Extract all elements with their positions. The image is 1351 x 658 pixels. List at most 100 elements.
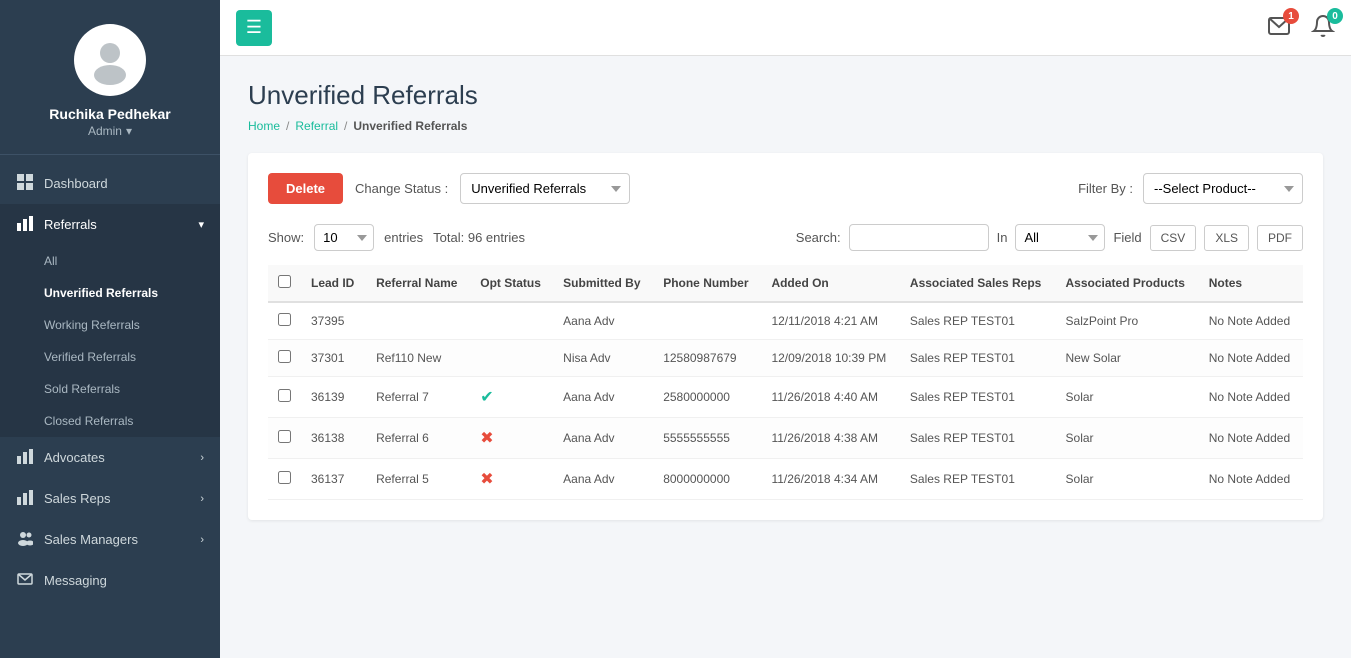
row-checkbox[interactable] (278, 430, 291, 443)
col-referral-name: Referral Name (366, 265, 470, 302)
sidebar-item-messaging[interactable]: Messaging (0, 560, 220, 601)
sidebar-nav: Dashboard Referrals ▾ All Unverified Ref… (0, 155, 220, 658)
opt-status-green-icon: ✔ (480, 389, 493, 406)
cell-notes: No Note Added (1199, 418, 1303, 459)
cell-notes: No Note Added (1199, 459, 1303, 500)
bar-chart2-icon (16, 448, 34, 467)
cell-added-on: 11/26/2018 4:34 AM (761, 459, 899, 500)
cell-phone (653, 302, 761, 340)
col-added-on: Added On (761, 265, 899, 302)
mail-button[interactable]: 1 (1267, 14, 1291, 41)
cell-sales-reps: Sales REP TEST01 (900, 340, 1056, 377)
row-checkbox[interactable] (278, 389, 291, 402)
filter-label: Filter By : (1078, 181, 1133, 196)
cell-sales-reps: Sales REP TEST01 (900, 377, 1056, 418)
cell-products: Solar (1056, 377, 1199, 418)
sidebar-item-label: Sales Reps (44, 491, 110, 506)
table-row: 36137Referral 5✖Aana Adv800000000011/26/… (268, 459, 1303, 500)
table-controls-right: Search: In All Lead ID Referral Name Sub… (796, 224, 1303, 251)
menu-button[interactable]: ☰ (236, 10, 272, 46)
cell-submitted-by: Aana Adv (553, 418, 653, 459)
cell-opt-status (470, 302, 553, 340)
export-xls-button[interactable]: XLS (1204, 225, 1249, 251)
export-pdf-button[interactable]: PDF (1257, 225, 1303, 251)
show-entries-select[interactable]: 10 25 50 100 (314, 224, 374, 251)
cell-referral-name: Referral 6 (366, 418, 470, 459)
users-icon (16, 530, 34, 549)
table-row: 37301Ref110 NewNisa Adv1258098767912/09/… (268, 340, 1303, 377)
search-field-select[interactable]: All Lead ID Referral Name Submitted By P… (1015, 224, 1105, 251)
cell-lead-id: 36138 (301, 418, 366, 459)
breadcrumb: Home / Referral / Unverified Referrals (248, 119, 1323, 133)
profile-role[interactable]: Admin ▾ (88, 124, 132, 138)
topbar: ☰ 1 0 (220, 0, 1351, 56)
col-sales-reps: Associated Sales Reps (900, 265, 1056, 302)
select-all-checkbox[interactable] (278, 275, 291, 288)
show-label: Show: (268, 230, 304, 245)
cell-products: Solar (1056, 459, 1199, 500)
referrals-submenu: All Unverified Referrals Working Referra… (0, 245, 220, 437)
profile-name: Ruchika Pedhekar (49, 106, 170, 122)
product-filter-select[interactable]: --Select Product-- SalzPoint Pro New Sol… (1143, 173, 1303, 204)
cell-sales-reps: Sales REP TEST01 (900, 302, 1056, 340)
sidebar-profile: Ruchika Pedhekar Admin ▾ (0, 0, 220, 155)
cell-sales-reps: Sales REP TEST01 (900, 418, 1056, 459)
search-input[interactable] (849, 224, 989, 251)
cell-added-on: 11/26/2018 4:40 AM (761, 377, 899, 418)
cell-submitted-by: Aana Adv (553, 377, 653, 418)
breadcrumb-referral[interactable]: Referral (295, 119, 338, 133)
col-opt-status: Opt Status (470, 265, 553, 302)
sidebar-item-dashboard[interactable]: Dashboard (0, 163, 220, 204)
sidebar-item-closed[interactable]: Closed Referrals (0, 405, 220, 437)
sidebar: Ruchika Pedhekar Admin ▾ Dashboard (0, 0, 220, 658)
status-select[interactable]: Unverified Referrals Working Referrals V… (460, 173, 630, 204)
col-products: Associated Products (1056, 265, 1199, 302)
row-checkbox[interactable] (278, 313, 291, 326)
sidebar-item-advocates[interactable]: Advocates › (0, 437, 220, 478)
bell-button[interactable]: 0 (1311, 14, 1335, 41)
main-card: Delete Change Status : Unverified Referr… (248, 153, 1323, 520)
table-row: 36139Referral 7✔Aana Adv258000000011/26/… (268, 377, 1303, 418)
sidebar-item-referrals[interactable]: Referrals ▾ (0, 204, 220, 245)
table-row: 36138Referral 6✖Aana Adv555555555511/26/… (268, 418, 1303, 459)
cell-submitted-by: Aana Adv (553, 302, 653, 340)
sidebar-item-unverified[interactable]: Unverified Referrals (0, 277, 220, 309)
cell-added-on: 12/09/2018 10:39 PM (761, 340, 899, 377)
cell-notes: No Note Added (1199, 340, 1303, 377)
hamburger-icon: ☰ (246, 17, 262, 38)
cell-phone: 12580987679 (653, 340, 761, 377)
avatar (74, 24, 146, 96)
sidebar-item-working[interactable]: Working Referrals (0, 309, 220, 341)
sidebar-item-label: Sales Managers (44, 532, 138, 547)
row-checkbox[interactable] (278, 350, 291, 363)
cell-referral-name: Referral 7 (366, 377, 470, 418)
breadcrumb-home[interactable]: Home (248, 119, 280, 133)
sidebar-item-label: Advocates (44, 450, 105, 465)
delete-button[interactable]: Delete (268, 173, 343, 204)
cell-submitted-by: Aana Adv (553, 459, 653, 500)
field-label: Field (1113, 230, 1141, 245)
mail-badge: 1 (1283, 8, 1299, 24)
sidebar-item-sold[interactable]: Sold Referrals (0, 373, 220, 405)
cell-products: SalzPoint Pro (1056, 302, 1199, 340)
col-checkbox (268, 265, 301, 302)
chevron-right-icon: › (200, 452, 204, 464)
bell-badge: 0 (1327, 8, 1343, 24)
sidebar-item-all[interactable]: All (0, 245, 220, 277)
export-csv-button[interactable]: CSV (1150, 225, 1197, 251)
sidebar-item-label: Messaging (44, 573, 107, 588)
cell-phone: 8000000000 (653, 459, 761, 500)
sidebar-item-salesmanagers[interactable]: Sales Managers › (0, 519, 220, 560)
cell-sales-reps: Sales REP TEST01 (900, 459, 1056, 500)
cell-referral-name: Ref110 New (366, 340, 470, 377)
sidebar-item-salesreps[interactable]: Sales Reps › (0, 478, 220, 519)
sidebar-item-label: Referrals (44, 217, 97, 232)
grid-icon (16, 174, 34, 193)
sidebar-item-verified[interactable]: Verified Referrals (0, 341, 220, 373)
cell-added-on: 11/26/2018 4:38 AM (761, 418, 899, 459)
toolbar-right: Filter By : --Select Product-- SalzPoint… (1078, 173, 1303, 204)
cell-opt-status: ✖ (470, 418, 553, 459)
row-checkbox[interactable] (278, 471, 291, 484)
referrals-table: Lead ID Referral Name Opt Status Submitt… (268, 265, 1303, 500)
cell-lead-id: 37301 (301, 340, 366, 377)
